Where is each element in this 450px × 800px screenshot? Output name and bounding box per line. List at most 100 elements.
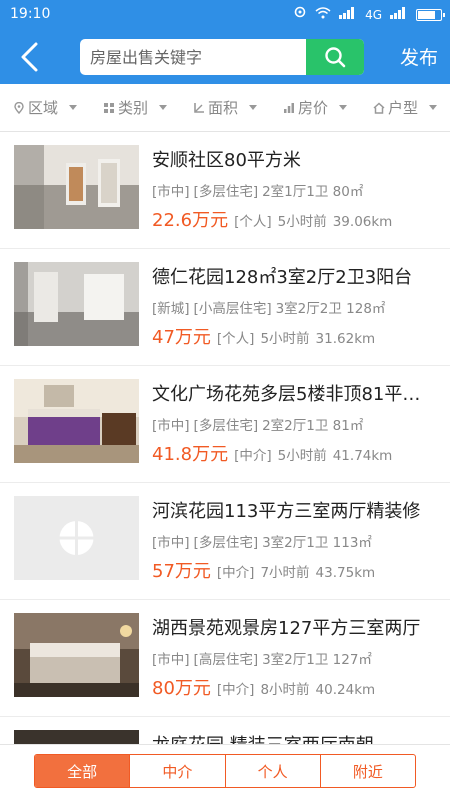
listing-photo [14,379,139,463]
caret-down-icon [249,105,257,110]
listing-distance: 39.06km [332,214,393,230]
listing-price: 80万元 [152,678,211,699]
listing-distance: 43.75km [315,565,376,581]
listing-layout: 3室2厅1卫 127㎡ [262,652,372,668]
listing-meta: [市中] [高层住宅] 3室2厅1卫 127㎡ [152,648,376,668]
wifi-icon [315,7,331,22]
listing-type: [多层住宅] [193,535,259,551]
listing-meta: [市中] [多层住宅] 2室1厅1卫 80㎡ [152,180,367,200]
listing-price: 22.6万元 [152,210,229,231]
listing-title: 湖西景苑观景房127平方三室两厅 [152,618,421,639]
listing-row[interactable]: 安顺社区80平方米 [市中] [多层住宅] 2室1厅1卫 80㎡ 22.6万元 [个… [0,132,450,249]
network-type: 4G [365,7,382,22]
listing-layout: 3室2厅1卫 113㎡ [262,535,372,551]
listing-meta: [市中] [多层住宅] 3室2厅1卫 113㎡ [152,531,376,551]
status-time: 19:10 [10,6,51,22]
battery-icon [416,8,445,21]
listing-row[interactable]: 文化广场花苑多层5楼非顶81平方米 [市中] [多层住宅] 2室2厅1卫 81㎡ 4… [0,366,450,483]
tab-agent[interactable]: 中介 [130,755,226,787]
listing-photo [14,730,139,744]
listing-row[interactable]: 德仁花园128㎡3室2厅2卫3阳台 [新城] [小高层住宅] 3室2厅2卫 128㎡… [0,249,450,366]
listing-district: [市中] [152,652,190,668]
listing-price: 57万元 [152,561,211,582]
listing-type: [多层住宅] [193,184,259,200]
status-icons: 4G [293,6,445,23]
filter-region[interactable]: 区域 [0,84,90,131]
listing-photo [14,145,139,229]
publish-button[interactable]: 发布 [400,43,438,70]
listing-meta: [新城] [小高层住宅] 3室2厅2卫 128㎡ [152,297,389,317]
listing-priceline: 80万元 [中介] 8小时前 40.24km [152,674,375,700]
listing-price: 41.8万元 [152,444,229,465]
house-icon [373,101,385,114]
filter-label: 类别 [117,99,148,117]
listing-district: [市中] [152,184,190,200]
caret-down-icon [339,105,347,110]
listing-row[interactable]: 河滨花园113平方三室两厅精装修 [市中] [多层住宅] 3室2厅1卫 113㎡ 5… [0,483,450,600]
area-icon [194,102,204,113]
listing-time: 5小时前 [260,331,310,347]
caret-down-icon [159,105,167,110]
tab-nearby[interactable]: 附近 [321,755,415,787]
tab-all[interactable]: 全部 [35,755,131,787]
back-button[interactable] [10,38,50,76]
search-input[interactable] [80,39,304,75]
listing-priceline: 22.6万元 [个人] 5小时前 39.06km [152,206,392,232]
listing-list: 安顺社区80平方米 [市中] [多层住宅] 2室1厅1卫 80㎡ 22.6万元 [个… [0,132,450,744]
filter-area[interactable]: 面积 [180,84,270,131]
listing-price: 47万元 [152,327,211,348]
listing-title: 德仁花园128㎡3室2厅2卫3阳台 [152,267,413,288]
filter-category[interactable]: 类别 [90,84,180,131]
caret-down-icon [69,105,77,110]
filter-price[interactable]: 房价 [270,84,360,131]
filter-label: 面积 [207,99,238,117]
filter-label: 房价 [297,99,328,117]
listing-time: 5小时前 [277,448,327,464]
listing-type: [小高层住宅] [193,301,272,317]
listing-seller: [中介] [216,682,255,698]
grid-icon [103,102,114,113]
listing-time: 8小时前 [260,682,310,698]
listing-seller: [中介] [216,565,255,581]
listing-distance: 40.24km [315,682,376,698]
listing-priceline: 47万元 [个人] 5小时前 31.62km [152,323,375,349]
listing-meta: [市中] [多层住宅] 2室2厅1卫 81㎡ [152,414,367,434]
segmented-control: 全部 中介 个人 附近 [34,754,416,788]
listing-time: 7小时前 [260,565,310,581]
listing-priceline: 41.8万元 [中介] 5小时前 41.74km [152,440,392,466]
filter-label: 区域 [27,99,58,117]
listing-type: [多层住宅] [193,418,259,434]
listing-seller: [个人] [234,214,272,230]
status-bar: 19:10 4G [0,0,450,30]
listing-row[interactable]: 湖西景苑观景房127平方三室两厅 [市中] [高层住宅] 3室2厅1卫 127㎡ 8… [0,600,450,717]
search-icon [325,47,346,68]
filter-label: 户型 [387,99,418,117]
listing-type: [高层住宅] [193,652,259,668]
chevron-left-icon [21,42,38,72]
listing-photo [14,613,139,697]
bottom-tab-bar: 全部 中介 个人 附近 [0,744,450,800]
listing-priceline: 57万元 [中介] 7小时前 43.75km [152,557,375,583]
listing-layout: 2室1厅1卫 80㎡ [262,184,364,200]
listing-title: 龙庭花园 精装三室两厅南朝 [152,731,437,744]
listing-row[interactable]: 龙庭花园 精装三室两厅南朝 [0,717,450,744]
listing-distance: 41.74km [332,448,393,464]
app-bar: 发布 [0,30,450,84]
tab-individual[interactable]: 个人 [226,755,321,787]
listing-distance: 31.62km [315,331,376,347]
listing-title: 河滨花园113平方三室两厅精装修 [152,501,421,522]
listing-layout: 2室2厅1卫 81㎡ [262,418,364,434]
signal-icon-2 [390,7,408,22]
listing-title: 文化广场花苑多层5楼非顶81平方米 [152,384,437,405]
filter-layout[interactable]: 户型 [360,84,450,131]
search-button[interactable] [306,39,364,75]
listing-district: [市中] [152,535,190,551]
location-icon [14,101,24,114]
listing-seller: [个人] [216,331,255,347]
search-box [80,39,364,75]
listing-photo-placeholder [14,496,139,580]
listing-district: [市中] [152,418,190,434]
listing-district: [新城] [152,301,190,317]
listing-layout: 3室2厅2卫 128㎡ [275,301,386,317]
signal-icon [339,7,357,22]
